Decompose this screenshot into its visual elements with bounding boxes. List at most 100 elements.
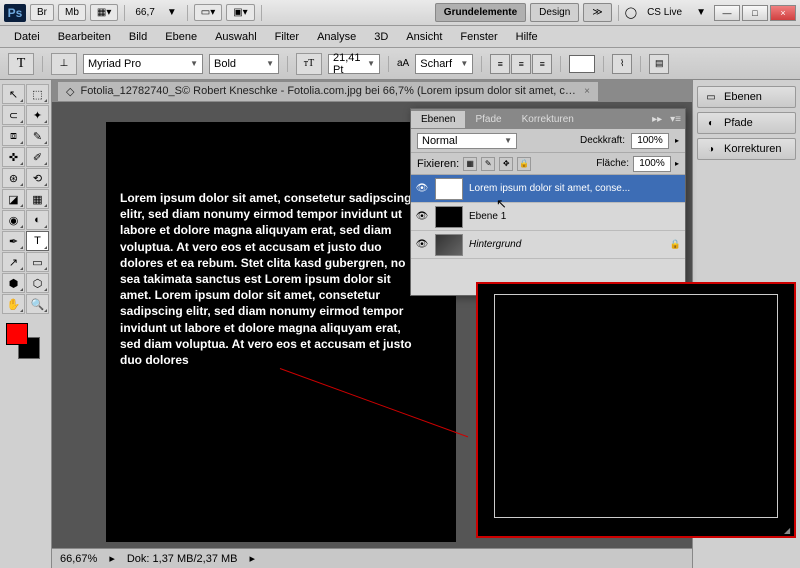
menu-fenster[interactable]: Fenster	[452, 28, 505, 46]
layer-thumb[interactable]	[435, 206, 463, 228]
viewextras-button[interactable]: ▦▾	[90, 4, 118, 21]
status-arrow2-icon[interactable]: ▸	[250, 552, 256, 565]
menu-datei[interactable]: Datei	[6, 28, 48, 46]
color-picker[interactable]	[6, 323, 46, 359]
layer-item[interactable]: 👁 T Lorem ipsum dolor sit amet, conse...	[411, 175, 685, 203]
navigator-viewport[interactable]	[494, 294, 778, 518]
menu-auswahl[interactable]: Auswahl	[207, 28, 265, 46]
lock-transparency-icon[interactable]: ▦	[463, 157, 477, 171]
lock-position-icon[interactable]: ✥	[499, 157, 513, 171]
pen-tool[interactable]: ✒	[2, 231, 25, 251]
workspace-grundelemente[interactable]: Grundelemente	[435, 3, 526, 22]
move-tool[interactable]: ↖	[2, 84, 25, 104]
screenmode-button[interactable]: ▣▾	[226, 4, 254, 21]
layer-name[interactable]: Hintergrund	[469, 239, 521, 250]
menu-bearbeiten[interactable]: Bearbeiten	[50, 28, 119, 46]
history-brush-tool[interactable]: ⟲	[26, 168, 49, 188]
status-zoom[interactable]: 66,67%	[60, 553, 97, 565]
canvas[interactable]: Lorem ipsum dolor sit amet, consetetur s…	[106, 122, 456, 542]
cslive-button[interactable]: CS Live	[641, 5, 688, 20]
blur-tool[interactable]: ◉	[2, 210, 25, 230]
orientation-icon[interactable]: ⊥	[51, 53, 77, 75]
layer-name[interactable]: Ebene 1	[469, 211, 506, 222]
gradient-tool[interactable]: ▦	[26, 189, 49, 209]
lock-all-icon[interactable]: 🔒	[517, 157, 531, 171]
magicwand-tool[interactable]: ✦	[26, 105, 49, 125]
menu-bild[interactable]: Bild	[121, 28, 155, 46]
fill-slider-icon[interactable]: ▸	[675, 159, 679, 168]
character-panel-button[interactable]: ▤	[649, 54, 669, 74]
panel-menu-icon[interactable]: ▾≡	[666, 114, 685, 125]
maximize-button[interactable]: □	[742, 5, 768, 21]
panel-pfade-button[interactable]: ◐Pfade	[697, 112, 796, 134]
minimize-button[interactable]: —	[714, 5, 740, 21]
menu-analyse[interactable]: Analyse	[309, 28, 364, 46]
tab-korrekturen[interactable]: Korrekturen	[512, 111, 584, 128]
warp-text-button[interactable]: ⌇	[612, 54, 632, 74]
hand-tool[interactable]: ✋	[2, 294, 25, 314]
panel-collapse-icon[interactable]: ▸▸	[648, 114, 666, 125]
layer-item[interactable]: 👁 Hintergrund 🔒	[411, 231, 685, 259]
crop-tool[interactable]: ⧈	[2, 126, 25, 146]
3dcamera-tool[interactable]: ⬡	[26, 273, 49, 293]
document-tab[interactable]: ◇ Fotolia_12782740_S© Robert Kneschke - …	[58, 82, 598, 101]
visibility-icon[interactable]: 👁	[415, 238, 429, 252]
tab-close-icon[interactable]: ×	[584, 86, 590, 97]
visibility-icon[interactable]: 👁	[415, 182, 429, 196]
text-layer-content[interactable]: Lorem ipsum dolor sit amet, consetetur s…	[120, 190, 420, 368]
panel-ebenen-button[interactable]: ▭Ebenen	[697, 86, 796, 108]
workspace-more[interactable]: ≫	[583, 3, 611, 22]
layers-panel[interactable]: Ebenen Pfade Korrekturen ▸▸ ▾≡ Normal▼ D…	[410, 108, 686, 296]
fill-input[interactable]: 100%	[633, 156, 671, 172]
font-family-select[interactable]: Myriad Pro▼	[83, 54, 203, 74]
navigator-preview[interactable]: ◢	[476, 282, 796, 538]
zoom-dropdown-icon[interactable]: ▼	[163, 7, 181, 18]
eraser-tool[interactable]: ◪	[2, 189, 25, 209]
tab-pfade[interactable]: Pfade	[465, 111, 511, 128]
visibility-icon[interactable]: 👁	[415, 210, 429, 224]
layer-thumb[interactable]	[435, 234, 463, 256]
layer-thumb-text[interactable]: T	[435, 178, 463, 200]
lasso-tool[interactable]: ⊂	[2, 105, 25, 125]
menu-3d[interactable]: 3D	[366, 28, 396, 46]
font-weight-select[interactable]: Bold▼	[209, 54, 279, 74]
menu-ansicht[interactable]: Ansicht	[398, 28, 450, 46]
bridge-button[interactable]: Br	[30, 4, 54, 21]
zoom-tool[interactable]: 🔍	[26, 294, 49, 314]
opacity-input[interactable]: 100%	[631, 133, 669, 149]
3d-tool[interactable]: ⬢	[2, 273, 25, 293]
menu-hilfe[interactable]: Hilfe	[508, 28, 546, 46]
align-left-button[interactable]: ≡	[490, 54, 510, 74]
stamp-tool[interactable]: ⊛	[2, 168, 25, 188]
align-right-button[interactable]: ≡	[532, 54, 552, 74]
arrange-button[interactable]: ▭▾	[194, 4, 222, 21]
panel-korrekturen-button[interactable]: ◑Korrekturen	[697, 138, 796, 160]
dodge-tool[interactable]: ◐	[26, 210, 49, 230]
align-center-button[interactable]: ≡	[511, 54, 531, 74]
shape-tool[interactable]: ▭	[26, 252, 49, 272]
menu-ebene[interactable]: Ebene	[157, 28, 205, 46]
healing-tool[interactable]: ✜	[2, 147, 25, 167]
resize-handle-icon[interactable]: ◢	[784, 526, 792, 534]
brush-tool[interactable]: ✐	[26, 147, 49, 167]
path-select-tool[interactable]: ↗	[2, 252, 25, 272]
layer-item[interactable]: 👁 Ebene 1	[411, 203, 685, 231]
close-button[interactable]: ×	[770, 5, 796, 21]
marquee-tool[interactable]: ⬚	[26, 84, 49, 104]
workspace-design[interactable]: Design	[530, 3, 579, 22]
opacity-slider-icon[interactable]: ▸	[675, 136, 679, 145]
font-size-select[interactable]: 21,41 Pt▼	[328, 54, 380, 74]
layer-name[interactable]: Lorem ipsum dolor sit amet, conse...	[469, 183, 630, 194]
type-tool[interactable]: T	[26, 231, 49, 251]
lock-pixels-icon[interactable]: ✎	[481, 157, 495, 171]
eyedropper-tool[interactable]: ✎	[26, 126, 49, 146]
tool-preset-icon[interactable]: T	[8, 53, 34, 75]
cslive-dropdown-icon[interactable]: ▼	[692, 7, 710, 18]
text-color-swatch[interactable]	[569, 55, 595, 73]
foreground-color[interactable]	[6, 323, 28, 345]
tab-ebenen[interactable]: Ebenen	[411, 111, 465, 128]
minibridge-button[interactable]: Mb	[58, 4, 86, 21]
antialias-select[interactable]: Scharf▼	[415, 54, 473, 74]
blend-mode-select[interactable]: Normal▼	[417, 133, 517, 149]
status-arrow-icon[interactable]: ▸	[109, 552, 115, 565]
